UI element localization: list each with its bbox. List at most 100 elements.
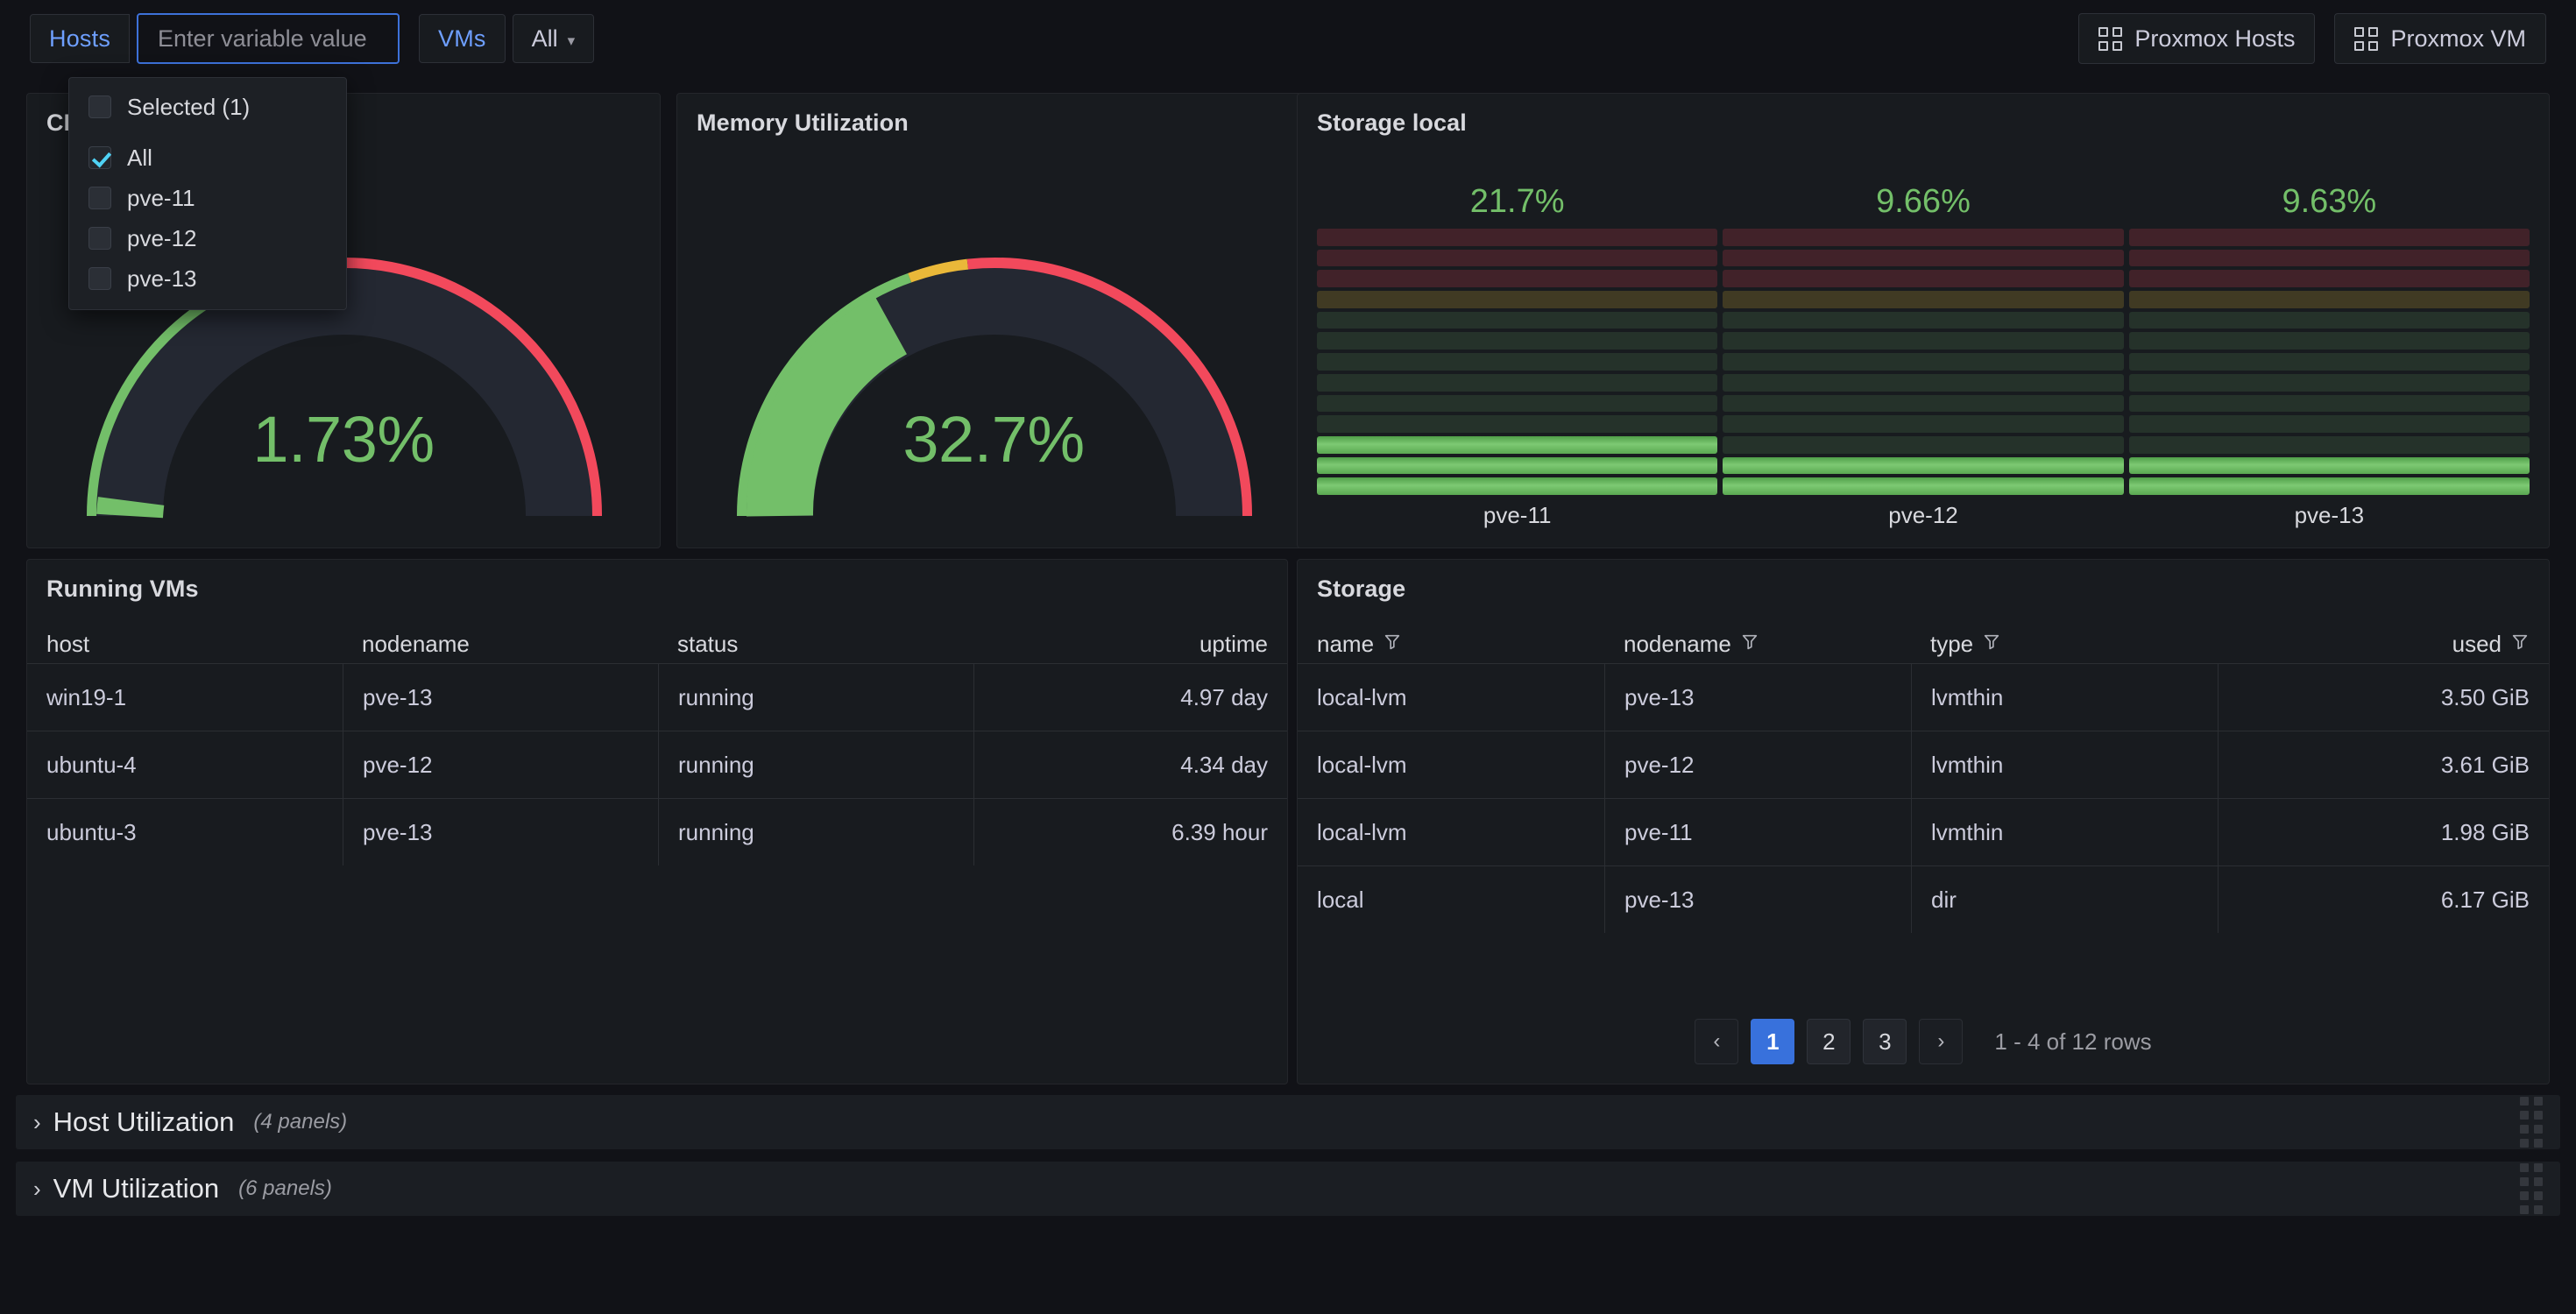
- column-header-nodename[interactable]: nodename: [1604, 631, 1911, 658]
- panel-storage[interactable]: Storage name nodename type: [1297, 559, 2550, 1084]
- filter-icon[interactable]: [1982, 631, 2001, 658]
- chevron-down-icon: ▾: [568, 33, 576, 48]
- vms-variable-group: VMs All ▾: [419, 14, 594, 63]
- table-row[interactable]: ubuntu-3pve-13running6.39 hour: [27, 798, 1287, 865]
- bargauge-segment: [2129, 374, 2530, 392]
- pagination-page-3[interactable]: 3: [1863, 1019, 1907, 1064]
- dropdown-option-pve-12[interactable]: pve-12: [69, 218, 346, 258]
- checkbox-icon[interactable]: [88, 187, 111, 209]
- dropdown-option-label: pve-11: [127, 185, 195, 212]
- bargauge-segment: [1317, 312, 1717, 329]
- column-header-name[interactable]: name: [1298, 631, 1604, 658]
- vms-variable-select[interactable]: All ▾: [513, 14, 595, 63]
- column-header-nodename[interactable]: nodename: [343, 631, 658, 658]
- bargauge-segment: [1317, 477, 1717, 495]
- bargauge-segment: [1723, 436, 2123, 454]
- panel-running-vms[interactable]: Running VMs host nodename status uptime …: [26, 559, 1288, 1084]
- row-title-host-utilization: Host Utilization: [53, 1106, 235, 1138]
- bargauge-segment: [1317, 229, 1717, 246]
- bargauge-segment: [1317, 332, 1717, 350]
- hosts-variable-group: Hosts Enter variable value: [30, 13, 400, 64]
- row-header-host-utilization[interactable]: › Host Utilization (4 panels): [16, 1095, 2560, 1149]
- bargauge-segments: [1317, 229, 1717, 495]
- bargauge-category-label: pve-13: [2129, 495, 2530, 535]
- table-cell-status: running: [658, 664, 973, 731]
- panel-title-storage: Storage: [1298, 560, 2549, 603]
- bargauge-segment: [1723, 395, 2123, 413]
- column-header-name-label: name: [1317, 631, 1374, 658]
- pagination-next-button[interactable]: ›: [1919, 1019, 1963, 1064]
- row-header-vm-utilization[interactable]: › VM Utilization (6 panels): [16, 1162, 2560, 1216]
- column-header-uptime[interactable]: uptime: [973, 631, 1287, 658]
- hosts-variable-dropdown[interactable]: Selected (1) All pve-11 pve-12 pve-13: [68, 77, 347, 310]
- bargauge-category-label: pve-12: [1723, 495, 2123, 535]
- panel-memory-utilization[interactable]: Memory Utilization 32.7%: [676, 93, 1311, 548]
- table-row[interactable]: win19-1pve-13running4.97 day: [27, 663, 1287, 731]
- bargauge-segment: [1317, 291, 1717, 308]
- bargauge-column: 9.66% pve-12: [1723, 174, 2123, 535]
- column-header-used[interactable]: used: [2218, 631, 2549, 658]
- table-cell-nodename: pve-13: [343, 799, 658, 865]
- table-cell-used: 6.17 GiB: [2218, 866, 2549, 933]
- table-cell-nodename: pve-13: [343, 664, 658, 731]
- filter-icon[interactable]: [1740, 631, 1759, 658]
- checkbox-icon[interactable]: [88, 267, 111, 290]
- table-row[interactable]: localpve-13dir6.17 GiB: [1298, 865, 2549, 933]
- row-panel-count: (6 panels): [238, 1176, 332, 1201]
- table-cell-used: 1.98 GiB: [2218, 799, 2549, 865]
- filter-icon[interactable]: [2510, 631, 2530, 658]
- column-header-host[interactable]: host: [27, 631, 343, 658]
- bargauge-value-label: 9.66%: [1723, 174, 2123, 229]
- table-cell-host: ubuntu-3: [27, 799, 343, 865]
- storage-table-pagination: ‹ 1 2 3 › 1 - 4 of 12 rows: [1298, 1019, 2549, 1064]
- chevron-right-icon: ›: [33, 1111, 41, 1134]
- table-cell-name: local-lvm: [1298, 799, 1604, 865]
- column-header-status[interactable]: status: [658, 631, 973, 658]
- checkbox-icon[interactable]: [88, 227, 111, 250]
- checkbox-icon[interactable]: [88, 95, 111, 118]
- table-cell-host: ubuntu-4: [27, 731, 343, 798]
- dropdown-selected-label: Selected (1): [127, 94, 250, 121]
- dropdown-option-pve-13[interactable]: pve-13: [69, 258, 346, 299]
- pagination-page-2[interactable]: 2: [1807, 1019, 1851, 1064]
- pagination-page-1[interactable]: 1: [1751, 1019, 1794, 1064]
- column-header-type[interactable]: type: [1911, 631, 2218, 658]
- table-row[interactable]: local-lvmpve-12lvmthin3.61 GiB: [1298, 731, 2549, 798]
- dropdown-option-pve-11[interactable]: pve-11: [69, 178, 346, 218]
- proxmox-hosts-link[interactable]: Proxmox Hosts: [2078, 13, 2315, 64]
- storage-table: name nodename type used: [1298, 614, 2549, 1084]
- dropdown-selected-row[interactable]: Selected (1): [69, 87, 346, 127]
- table-cell-used: 3.50 GiB: [2218, 664, 2549, 731]
- bargauge-segment: [1317, 353, 1717, 371]
- proxmox-vm-link[interactable]: Proxmox VM: [2334, 13, 2546, 64]
- dropdown-option-all[interactable]: All: [69, 138, 346, 178]
- bargauge-segment: [1723, 477, 2123, 495]
- table-row[interactable]: local-lvmpve-11lvmthin1.98 GiB: [1298, 798, 2549, 865]
- bargauge-column: 9.63%pve-13: [2129, 174, 2530, 535]
- checkbox-checked-icon[interactable]: [88, 146, 111, 169]
- table-row[interactable]: local-lvmpve-13lvmthin3.50 GiB: [1298, 663, 2549, 731]
- bargauge-segment: [1723, 374, 2123, 392]
- hosts-variable-input[interactable]: Enter variable value: [137, 13, 400, 64]
- grid-icon: [2354, 27, 2378, 51]
- filter-icon[interactable]: [1383, 631, 1402, 658]
- drag-handle-icon[interactable]: [2520, 1097, 2543, 1148]
- bargauge-segment: [1317, 395, 1717, 413]
- drag-handle-icon[interactable]: [2520, 1163, 2543, 1214]
- memory-gauge: 32.7%: [677, 139, 1310, 548]
- table-cell-nodename: pve-12: [1604, 731, 1911, 798]
- bargauge-segment: [1317, 436, 1717, 454]
- pagination-prev-button[interactable]: ‹: [1695, 1019, 1738, 1064]
- bargauge-segment: [2129, 229, 2530, 246]
- bargauge-segment: [1723, 291, 2123, 308]
- table-cell-type: dir: [1911, 866, 2218, 933]
- bargauge-column: 21.7%pve-11: [1317, 174, 1717, 535]
- panel-title-running-vms: Running VMs: [27, 560, 1287, 603]
- cpu-gauge-value: 1.73%: [27, 402, 660, 477]
- bargauge-segments: [2129, 229, 2530, 495]
- hosts-variable-label: Hosts: [30, 14, 130, 63]
- dashboard-links: Proxmox Hosts Proxmox VM: [2078, 13, 2546, 64]
- panel-storage-local[interactable]: Storage local 21.7%pve-119.66%pve-129.63…: [1297, 93, 2550, 548]
- running-vms-table: host nodename status uptime win19-1pve-1…: [27, 614, 1287, 1084]
- table-row[interactable]: ubuntu-4pve-12running4.34 day: [27, 731, 1287, 798]
